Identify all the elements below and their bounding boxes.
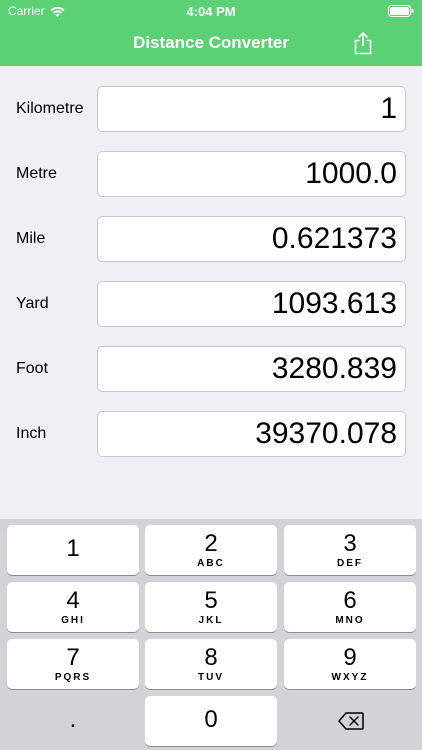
inch-label: Inch	[16, 425, 47, 442]
app-header: Carrier 4:04 PM Distance Converter	[0, 0, 422, 66]
key-4[interactable]: 4 GHI	[7, 582, 139, 632]
key-4-letters: GHI	[61, 615, 85, 626]
numeric-keypad: 1 2 ABC 3 DEF 4 GHI 5 JKL 6 MNO 7 PQRS 8…	[0, 519, 422, 750]
row-inch: Inch	[0, 411, 422, 457]
kilometre-field[interactable]	[97, 86, 406, 132]
key-4-digit: 4	[66, 587, 80, 614]
key-decimal[interactable]: .	[7, 696, 139, 746]
key-3[interactable]: 3 DEF	[284, 525, 416, 575]
key-2[interactable]: 2 ABC	[145, 525, 277, 575]
battery-icon	[388, 5, 414, 17]
key-7[interactable]: 7 PQRS	[7, 639, 139, 689]
mile-label: Mile	[16, 230, 46, 247]
key-1[interactable]: 1	[7, 525, 139, 575]
foot-label: Foot	[16, 360, 49, 377]
mile-field[interactable]	[97, 216, 406, 262]
delete-backspace-icon	[338, 712, 364, 730]
key-0-digit: 0	[204, 706, 218, 733]
foot-field[interactable]	[97, 346, 406, 392]
key-8-digit: 8	[204, 644, 218, 671]
yard-label: Yard	[16, 295, 49, 312]
key-0[interactable]: 0	[145, 696, 277, 746]
key-7-letters: PQRS	[54, 672, 92, 683]
status-time: 4:04 PM	[186, 4, 236, 19]
key-1-digit: 1	[66, 535, 80, 562]
metre-label: Metre	[16, 165, 57, 182]
row-kilometre: Kilometre	[0, 86, 422, 132]
metre-field[interactable]	[97, 151, 406, 197]
key-5-letters: JKL	[198, 615, 224, 626]
key-6-letters: MNO	[335, 615, 365, 626]
key-6-digit: 6	[343, 587, 357, 614]
row-metre: Metre	[0, 151, 422, 197]
key-2-letters: ABC	[197, 558, 225, 569]
yard-field[interactable]	[97, 281, 406, 327]
delete-button[interactable]	[284, 696, 416, 746]
key-3-digit: 3	[343, 530, 357, 557]
key-7-digit: 7	[66, 644, 80, 671]
kilometre-label: Kilometre	[16, 100, 84, 117]
key-8[interactable]: 8 TUV	[145, 639, 277, 689]
key-3-letters: DEF	[337, 558, 363, 569]
row-yard: Yard	[0, 281, 422, 327]
key-decimal-digit: .	[69, 706, 77, 733]
row-foot: Foot	[0, 346, 422, 392]
key-8-letters: TUV	[198, 672, 224, 683]
key-9-digit: 9	[343, 644, 357, 671]
share-icon	[352, 31, 374, 55]
key-6[interactable]: 6 MNO	[284, 582, 416, 632]
row-mile: Mile	[0, 216, 422, 262]
inch-field[interactable]	[97, 411, 406, 457]
status-bar: Carrier 4:04 PM	[0, 0, 422, 24]
key-2-digit: 2	[204, 530, 218, 557]
key-9[interactable]: 9 WXYZ	[284, 639, 416, 689]
key-9-letters: WXYZ	[331, 672, 369, 683]
share-button[interactable]	[352, 31, 374, 55]
key-5[interactable]: 5 JKL	[145, 582, 277, 632]
key-5-digit: 5	[204, 587, 218, 614]
